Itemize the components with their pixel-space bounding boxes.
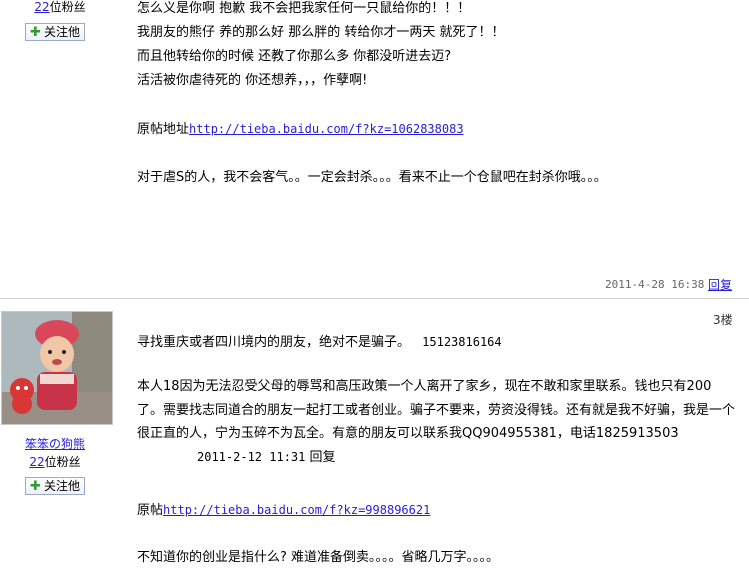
plus-icon: ✚ (30, 478, 41, 494)
fans-count-2: 22位粉丝 (0, 453, 110, 470)
source-label: 原帖地址 (137, 122, 190, 137)
avatar-image (2, 312, 112, 424)
follow-label-2: 关注他 (43, 479, 80, 493)
post2-paragraph-text: 本人18因为无法忍受父母的辱骂和高压政策一个人离开了家乡，现在不敢和家里联系。钱… (137, 379, 736, 441)
post2-source-link[interactable]: http://tieba.baidu.com/f?kz=998896621 (163, 503, 430, 517)
post-line-1: 怎么义是你啊 抱歉 我不会把我家任何一只鼠给你的！！！ (137, 1, 471, 16)
fans-count: 22位粉丝 (0, 0, 120, 15)
avatar[interactable] (1, 311, 113, 425)
post-line-3: 而且他转给你的时候 还教了你那么多 你都没听进去迈? (137, 49, 452, 64)
post2-closing: 不知道你的创业是指什么? 难道准备倒卖。。。。省略几万字。。。。 (137, 550, 500, 565)
post-line-4: 活活被你虐待死的 你还想养，，，作孽啊! (137, 73, 368, 88)
plus-icon: ✚ (30, 24, 41, 40)
post2-source-label: 原帖 (137, 503, 164, 518)
follow-button[interactable]: ✚ 关注他 (25, 23, 85, 41)
fans-suffix: 位粉丝 (49, 0, 86, 14)
post2-source-line: 原帖http://tieba.baidu.com/f?kz=998896621 (137, 499, 430, 518)
post2-line-1-text: 寻找重庆或者四川境内的朋友，绝对不是骗子。 (137, 335, 411, 350)
follow-label: 关注他 (43, 25, 80, 39)
post-2: 22位粉丝 ✚ 关注他 怎么义是你啊 抱歉 我不会把我家任何一只鼠给你的！！！ … (0, 0, 749, 298)
closing-line: 对于虐S的人，我不会客气。。一定会封杀。。。看来不止一个仓鼠吧在封杀你哦。。。 (137, 170, 607, 185)
fans-count-link[interactable]: 22 (34, 0, 49, 14)
reply-link[interactable]: 回复 (708, 276, 732, 293)
post2-paragraph: 本人18因为无法忍受父母的辱骂和高压政策一个人离开了家乡，现在不敢和家里联系。钱… (137, 375, 737, 469)
fans-count-link-2[interactable]: 22 (29, 455, 44, 469)
post2-line-1: 寻找重庆或者四川境内的朋友，绝对不是骗子。 15123816164 (137, 331, 502, 350)
username-link[interactable]: 笨笨の狗熊 (0, 435, 110, 452)
quoted-date: 2011-2-12 11:31 (197, 449, 306, 464)
fans-suffix-2: 位粉丝 (44, 455, 81, 469)
floor-number: 3楼 (713, 313, 733, 327)
follow-button-2[interactable]: ✚ 关注他 (25, 477, 85, 495)
post-line-2: 我朋友的熊仔 养的那么好 那么胖的 转给你才一两天 就死了！！ (137, 25, 505, 40)
source-line: 原帖地址http://tieba.baidu.com/f?kz=10628380… (137, 118, 464, 137)
post-timestamp: 2011-4-28 16:38 (605, 278, 705, 291)
post-divider (0, 298, 749, 299)
quoted-reply: 回复 (309, 449, 336, 465)
source-link[interactable]: http://tieba.baidu.com/f?kz=1062838083 (189, 122, 464, 136)
post2-phone: 15123816164 (422, 335, 502, 349)
